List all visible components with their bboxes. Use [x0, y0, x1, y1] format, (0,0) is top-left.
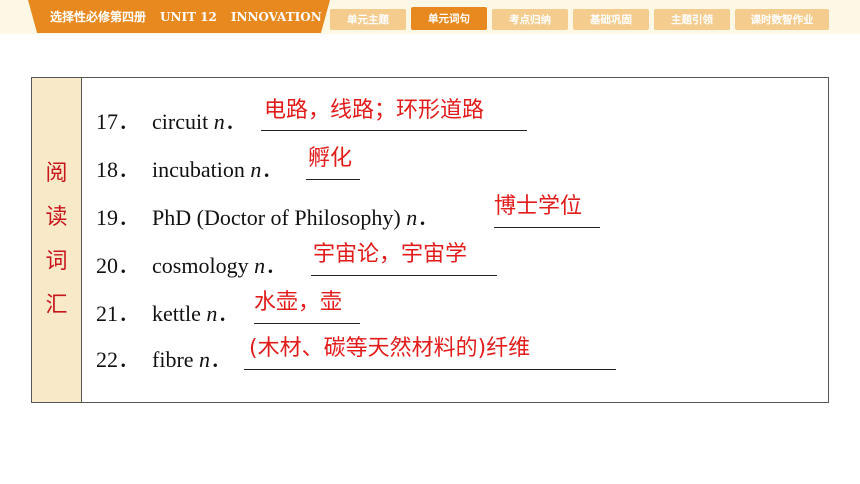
- vocab-word: fibre: [152, 347, 194, 372]
- section-label-char: 读: [45, 205, 68, 230]
- vocab-word: circuit: [152, 109, 209, 134]
- answer-blank: [261, 130, 527, 131]
- section-label: 阅 读 词 汇: [32, 78, 82, 402]
- item-number: 17．: [96, 109, 141, 134]
- tab-basic-practice[interactable]: 基础巩固: [573, 9, 649, 30]
- answer-blank: [494, 227, 600, 228]
- answer-text: 电路，线路；环形道路: [264, 98, 485, 123]
- answer-text: 博士学位: [494, 194, 583, 219]
- vocab-word: incubation: [152, 157, 245, 182]
- item-number: 22．: [96, 347, 141, 372]
- vocab-row: 18． incubation n．: [96, 152, 283, 182]
- item-number: 19．: [96, 205, 141, 230]
- section-label-char: 词: [45, 249, 68, 274]
- answer-text: 水壶，壶: [254, 290, 343, 315]
- part-of-speech: n: [213, 109, 225, 134]
- answer-blank: [244, 369, 616, 370]
- top-bar: 选择性必修第四册 UNIT 12 INNOVATION 单元主题 单元词句 考点…: [0, 0, 860, 34]
- title-book: 选择性必修第四册: [50, 10, 147, 24]
- item-number: 21．: [96, 301, 141, 326]
- vocab-word: kettle: [152, 301, 201, 326]
- tab-theme-guide[interactable]: 主题引领: [654, 9, 730, 30]
- item-number: 18．: [96, 157, 141, 182]
- part-of-speech: n: [406, 205, 418, 230]
- answer-text: 宇宙论，宇宙学: [313, 242, 468, 267]
- vocab-row: 17． circuit n．: [96, 104, 247, 134]
- answer-text: (木材、碳等天然材料的)纤维: [249, 336, 531, 361]
- title-unit: UNIT 12: [160, 9, 217, 24]
- tab-unit-theme[interactable]: 单元主题: [330, 9, 406, 30]
- vocab-word: cosmology: [152, 253, 249, 278]
- vocab-row: 22． fibre n．: [96, 342, 232, 372]
- part-of-speech: n: [206, 301, 218, 326]
- part-of-speech: n: [199, 347, 211, 372]
- vocab-panel: 阅 读 词 汇 17． circuit n． 电路，线路；环形道路 18． incu…: [31, 77, 829, 403]
- vocab-row: 21． kettle n．: [96, 296, 239, 326]
- tab-key-points[interactable]: 考点归纳: [492, 9, 568, 30]
- title-theme: INNOVATION: [230, 9, 322, 24]
- tab-homework[interactable]: 课时数智作业: [735, 9, 829, 30]
- part-of-speech: n: [254, 253, 266, 278]
- section-label-char: 阅: [45, 161, 68, 186]
- vocab-word: PhD (Doctor of Philosophy): [152, 205, 401, 230]
- answer-text: 孵化: [308, 146, 353, 171]
- answer-blank: [311, 275, 497, 276]
- tab-unit-vocab[interactable]: 单元词句: [411, 7, 487, 30]
- section-label-char: 汇: [45, 293, 68, 318]
- course-title: 选择性必修第四册 UNIT 12 INNOVATION: [28, 0, 330, 33]
- vocab-row: 19． PhD (Doctor of Philosophy) n．: [96, 200, 439, 230]
- answer-blank: [306, 179, 360, 180]
- part-of-speech: n: [250, 157, 262, 182]
- vocab-row: 20． cosmology n．: [96, 248, 287, 278]
- answer-blank: [254, 323, 360, 324]
- item-number: 20．: [96, 253, 141, 278]
